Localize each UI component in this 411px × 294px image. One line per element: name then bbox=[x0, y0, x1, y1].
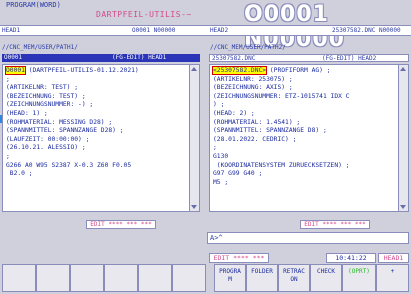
right-file-bar[interactable]: 25307582.DNC (FG-EDIT) HEAD2 bbox=[209, 54, 409, 62]
left-path: //CNC_MEM/USER/PATH1/ bbox=[2, 44, 78, 51]
program-line[interactable]: G266 A0 W95 S2387 X-0.3 Z60 F0.05 bbox=[6, 162, 187, 171]
title-bar: PROGRAM(WORD) DARTPFEIL-UTILIS-~ O0001 N… bbox=[0, 0, 411, 52]
cursor-highlight: O0001 bbox=[5, 66, 26, 75]
program-line[interactable]: G97 G99 G40 ; bbox=[213, 170, 396, 179]
active-head-status: HEAD1 bbox=[378, 253, 409, 263]
program-line[interactable]: G130 bbox=[213, 153, 396, 162]
softkey-4[interactable] bbox=[104, 264, 138, 292]
right-path: //CNC_MEM/USER/PATH2/ bbox=[210, 44, 286, 51]
program-line[interactable]: (ROHMATERIAL: MESSING D28) ; bbox=[6, 119, 187, 128]
scroll-down-icon[interactable] bbox=[400, 205, 406, 209]
program-line[interactable]: (ZEICHNUNGSNUMMER: -) ; bbox=[6, 101, 187, 110]
program-line[interactable]: B2.0 ; bbox=[6, 170, 187, 179]
program-line[interactable]: (SPANNMITTEL: SPANNZANGE D28) ; bbox=[6, 127, 187, 136]
right-scrollbar[interactable] bbox=[398, 65, 408, 211]
right-program-lines: <25307582.DNC> (PROFIFORM AG) ; (ARTIKELN… bbox=[211, 66, 396, 188]
channel-header: HEAD1 O0001 N00000 HEAD2 25307582.DNC N0… bbox=[0, 25, 411, 36]
left-file-bar[interactable]: O0001 (FG-EDIT) HEAD1 bbox=[2, 54, 200, 62]
left-file-mode: (FG-EDIT) HEAD1 bbox=[112, 54, 167, 61]
left-program-editor[interactable]: O0001 (DARTPFEIL-UTILIS-01.12.2021); (ART… bbox=[2, 64, 200, 212]
softkey-next[interactable]: + bbox=[376, 264, 409, 292]
left-file-name: O0001 bbox=[4, 54, 23, 61]
cursor-highlight: <25307582.DNC> bbox=[211, 66, 268, 75]
program-line[interactable]: (SPANNMITTEL: SPANNZANGE D8) ; bbox=[213, 127, 396, 136]
program-line[interactable]: (KOORDINATENSYSTEM ZURUECKSETZEN) ; bbox=[213, 162, 396, 171]
softkey-5[interactable] bbox=[138, 264, 172, 292]
softkey-folder[interactable]: FOLDER bbox=[246, 264, 278, 292]
program-line[interactable]: ; bbox=[6, 76, 187, 85]
program-line-text: (PROFIFORM AG) ; bbox=[266, 67, 331, 74]
program-title: DARTPFEIL-UTILIS-~ bbox=[96, 10, 192, 19]
softkey-2[interactable] bbox=[36, 264, 70, 292]
left-head-label: HEAD1 bbox=[2, 27, 21, 34]
softkey-bar: PROGRA M FOLDER RETRAC ON CHECK (OPRT) + bbox=[2, 264, 409, 292]
program-line[interactable]: O0001 (DARTPFEIL-UTILIS-01.12.2021) bbox=[5, 66, 187, 76]
scroll-down-icon[interactable] bbox=[191, 205, 197, 209]
right-head-label: HEAD2 bbox=[210, 27, 229, 34]
program-line[interactable]: (28.01.2022. CEDRIC) ; bbox=[213, 136, 396, 145]
program-line-text: (DARTPFEIL-UTILIS-01.12.2021) bbox=[24, 67, 139, 74]
right-edit-status: EDIT **** *** *** bbox=[300, 220, 370, 229]
program-line[interactable]: (HEAD: 2) ; bbox=[213, 110, 396, 119]
left-program-lines: O0001 (DARTPFEIL-UTILIS-01.12.2021); (ART… bbox=[5, 66, 187, 179]
clock: 10:41:22 bbox=[326, 253, 376, 263]
program-line[interactable]: (ZEICHNUNGSNUMMER: ETZ-1015741 IDX C bbox=[213, 93, 396, 102]
program-line[interactable]: ) ; bbox=[213, 101, 396, 110]
softkey-1[interactable] bbox=[2, 264, 36, 292]
right-file-name: 25307582.DNC bbox=[212, 55, 256, 62]
right-program-editor[interactable]: <25307582.DNC> (PROFIFORM AG) ; (ARTIKELN… bbox=[209, 64, 409, 212]
program-mode-label: PROGRAM(WORD) bbox=[6, 1, 61, 9]
right-file-mode: (FG-EDIT) HEAD2 bbox=[322, 55, 377, 62]
program-line[interactable]: ; bbox=[213, 144, 396, 153]
program-line[interactable]: (ROHMATERIAL: 1.4541) ; bbox=[213, 119, 396, 128]
mode-status: EDIT **** *** *** bbox=[209, 253, 269, 270]
left-program-number: O0001 N00000 bbox=[132, 27, 176, 34]
softkey-retract-on[interactable]: RETRAC ON bbox=[278, 264, 310, 292]
key-input-buffer[interactable]: A>^ bbox=[207, 232, 409, 244]
softkey-6[interactable] bbox=[172, 264, 206, 292]
cnc-screen: PROGRAM(WORD) DARTPFEIL-UTILIS-~ O0001 N… bbox=[0, 0, 411, 294]
program-line[interactable]: (LAUFZEIT: 00:00:00) ; bbox=[6, 136, 187, 145]
softkey-3[interactable] bbox=[70, 264, 104, 292]
scroll-up-icon[interactable] bbox=[400, 67, 406, 71]
program-line[interactable]: ; bbox=[6, 153, 187, 162]
softkey-program[interactable]: PROGRA M bbox=[214, 264, 246, 292]
program-line[interactable]: (BEZEICHNUNG: AXIS) ; bbox=[213, 84, 396, 93]
program-line[interactable]: (26.10.21. ALESSIO) ; bbox=[6, 144, 187, 153]
left-edit-status: EDIT **** *** *** bbox=[86, 220, 156, 229]
scroll-up-icon[interactable] bbox=[191, 67, 197, 71]
softkey-check[interactable]: CHECK bbox=[310, 264, 342, 292]
program-line[interactable]: <25307582.DNC> (PROFIFORM AG) ; bbox=[211, 66, 396, 76]
program-line[interactable]: (BEZEICHNUNG: TEST) ; bbox=[6, 93, 187, 102]
program-line[interactable]: M5 ; bbox=[213, 179, 396, 188]
program-line[interactable]: (HEAD: 1) ; bbox=[6, 110, 187, 119]
program-line[interactable]: (ARTIKELNR: TEST) ; bbox=[6, 84, 187, 93]
left-scrollbar[interactable] bbox=[189, 65, 199, 211]
right-program-number: 25307582.DNC N00000 bbox=[332, 27, 401, 34]
program-line[interactable]: (ARTIKELNR: 253075) ; bbox=[213, 76, 396, 85]
softkey-operate[interactable]: (OPRT) bbox=[342, 264, 376, 292]
